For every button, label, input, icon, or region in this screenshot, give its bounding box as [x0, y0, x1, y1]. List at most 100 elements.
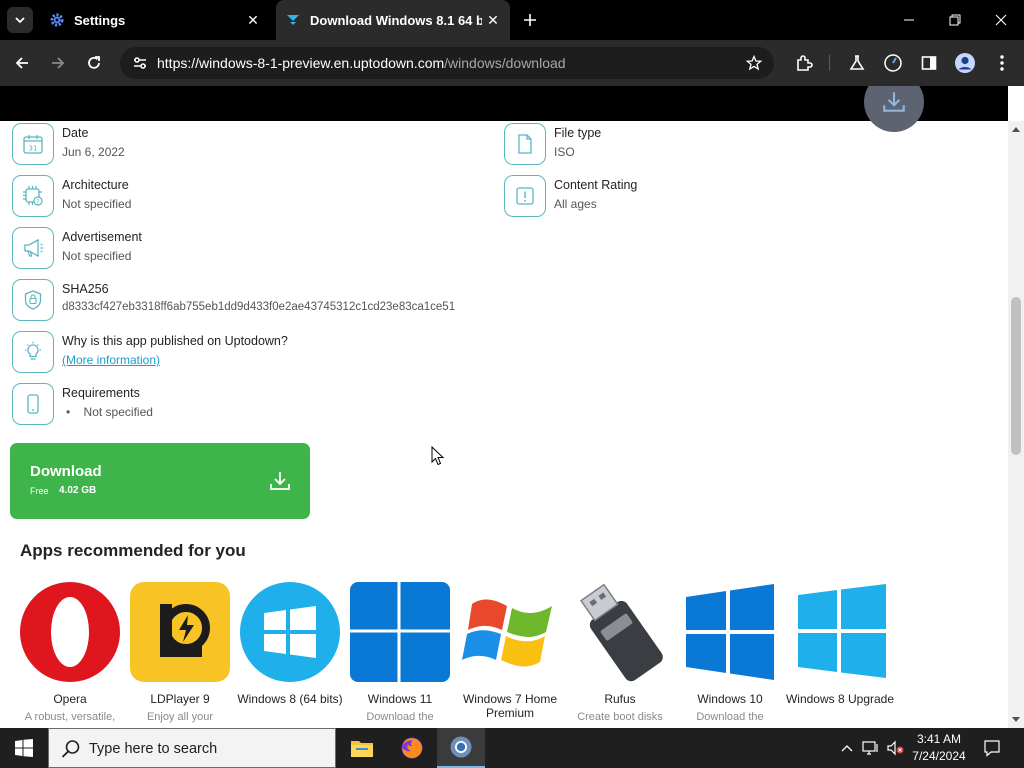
sticky-header	[0, 86, 1008, 121]
taskbar: Type here to search 3:41 AM 7/24/2024	[0, 728, 1024, 768]
tab-title: Download Windows 8.1 64 bits	[310, 12, 482, 28]
scroll-down-arrow-icon[interactable]	[1011, 716, 1021, 724]
more-vertical-icon	[1000, 55, 1004, 71]
requirement-value: Not specified	[83, 405, 153, 419]
info-title: SHA256	[62, 282, 109, 296]
lightbulb-icon	[12, 331, 54, 373]
download-button[interactable]: Download Free 4.02 GB	[10, 443, 310, 519]
close-window-button[interactable]	[978, 0, 1024, 40]
screen: Settings ✕ Download Windows 8.1 64 bits …	[0, 0, 1024, 768]
scroll-up-arrow-icon[interactable]	[1011, 125, 1021, 133]
info-title: Advertisement	[62, 230, 142, 244]
info-architecture: ? Architecture Not specified	[12, 175, 412, 219]
show-hidden-icons-button[interactable]	[838, 728, 856, 768]
info-title: Why is this app published on Uptodown?	[62, 334, 288, 348]
start-button[interactable]	[0, 728, 48, 768]
app-name: Rufus	[604, 692, 636, 706]
reload-button[interactable]	[80, 49, 108, 77]
app-card-windows-10[interactable]: Windows 10 Download the	[675, 582, 785, 728]
speedometer-icon	[884, 54, 902, 72]
avatar-icon	[955, 53, 975, 73]
app-card-opera[interactable]: Opera A robust, versatile,	[15, 582, 125, 728]
taskbar-search-box[interactable]: Type here to search	[48, 728, 336, 768]
close-icon	[995, 14, 1007, 26]
taskbar-file-explorer[interactable]	[338, 728, 386, 768]
network-icon	[862, 741, 878, 755]
app-card-windows-11[interactable]: Windows 11 Download the	[345, 582, 455, 728]
network-button[interactable]	[860, 728, 882, 768]
clock-date: 7/24/2024	[912, 749, 966, 763]
tab-strip: Settings ✕ Download Windows 8.1 64 bits …	[0, 0, 1024, 40]
app-name: Windows 10	[697, 692, 763, 706]
app-card-windows-8-upgrade[interactable]: Windows 8 Upgrade	[785, 582, 895, 728]
site-info-button[interactable]	[128, 51, 152, 75]
url-host: https://windows-8-1-preview.en.uptodown.…	[157, 55, 445, 71]
address-bar[interactable]: https://windows-8-1-preview.en.uptodown.…	[120, 47, 774, 79]
app-description: Create boot disks	[577, 711, 663, 723]
tab-search-button[interactable]	[7, 7, 33, 33]
minimize-icon	[904, 19, 914, 21]
app-card-windows-8-64[interactable]: Windows 8 (64 bits)	[235, 582, 345, 728]
taskbar-chrome[interactable]	[437, 728, 485, 768]
toolbar-divider	[829, 55, 830, 71]
info-value: Jun 6, 2022	[62, 145, 125, 159]
url-path: /windows/download	[444, 55, 566, 71]
info-value: Not specified	[62, 249, 132, 263]
bookmark-button[interactable]	[742, 51, 766, 75]
download-icon	[270, 472, 290, 490]
windows-start-icon	[15, 739, 33, 757]
tab-download-windows[interactable]: Download Windows 8.1 64 bits ✕	[276, 0, 510, 40]
close-icon[interactable]: ✕	[482, 9, 504, 31]
scrollbar-thumb[interactable]	[1011, 297, 1021, 455]
tune-icon	[134, 57, 146, 69]
new-tab-button[interactable]	[518, 8, 542, 32]
app-card-windows-7[interactable]: Windows 7 Home Premium	[455, 582, 565, 728]
menu-button[interactable]	[988, 49, 1016, 77]
system-clock[interactable]: 3:41 AM 7/24/2024	[902, 731, 976, 765]
profile-button[interactable]	[951, 49, 979, 77]
side-panel-button[interactable]	[915, 49, 943, 77]
info-why-published: Why is this app published on Uptodown? (…	[12, 331, 412, 375]
info-title: Requirements	[62, 386, 140, 400]
app-name: Windows 11	[367, 692, 433, 706]
app-card-ldplayer[interactable]: LDPlayer 9 Enjoy all your	[125, 582, 235, 728]
firefox-icon	[401, 737, 423, 759]
labs-button[interactable]	[843, 49, 871, 77]
taskbar-firefox[interactable]	[388, 728, 436, 768]
app-card-rufus[interactable]: Rufus Create boot disks	[565, 582, 675, 728]
app-name: Opera	[53, 692, 87, 706]
windows-11-logo-icon	[350, 582, 450, 682]
page-scrollbar[interactable]	[1008, 121, 1024, 728]
side-panel-icon	[921, 56, 937, 70]
windows-8-upgrade-logo-icon	[798, 584, 886, 678]
shield-icon	[12, 279, 54, 321]
opera-logo-icon	[20, 582, 120, 682]
app-description: Download the	[696, 711, 764, 723]
forward-button[interactable]	[44, 49, 72, 77]
minimize-button[interactable]	[886, 0, 932, 40]
restore-button[interactable]	[932, 0, 978, 40]
performance-button[interactable]	[879, 49, 907, 77]
chevron-up-icon	[841, 745, 853, 752]
arrow-right-icon	[52, 57, 65, 69]
close-icon[interactable]: ✕	[242, 9, 264, 31]
tab-settings[interactable]: Settings ✕	[40, 0, 270, 40]
extensions-button[interactable]	[790, 49, 818, 77]
download-size: 4.02 GB	[59, 485, 97, 496]
download-free-label: Free	[30, 486, 49, 496]
info-title: File type	[554, 126, 602, 140]
uptodown-favicon-icon	[284, 11, 302, 29]
info-date: 31 Date Jun 6, 2022	[12, 123, 412, 167]
plus-icon	[524, 14, 536, 26]
notifications-button[interactable]	[978, 728, 1006, 768]
back-button[interactable]	[8, 49, 36, 77]
search-placeholder: Type here to search	[89, 741, 218, 757]
notification-icon	[984, 740, 1000, 757]
floating-download-button[interactable]	[864, 86, 924, 139]
url-text: https://windows-8-1-preview.en.uptodown.…	[157, 55, 566, 71]
info-content-rating: Content Rating All ages	[504, 175, 904, 219]
reload-icon	[88, 56, 100, 69]
file-icon	[504, 123, 546, 165]
chevron-down-icon	[15, 17, 25, 24]
more-information-link[interactable]: (More information)	[62, 353, 160, 367]
